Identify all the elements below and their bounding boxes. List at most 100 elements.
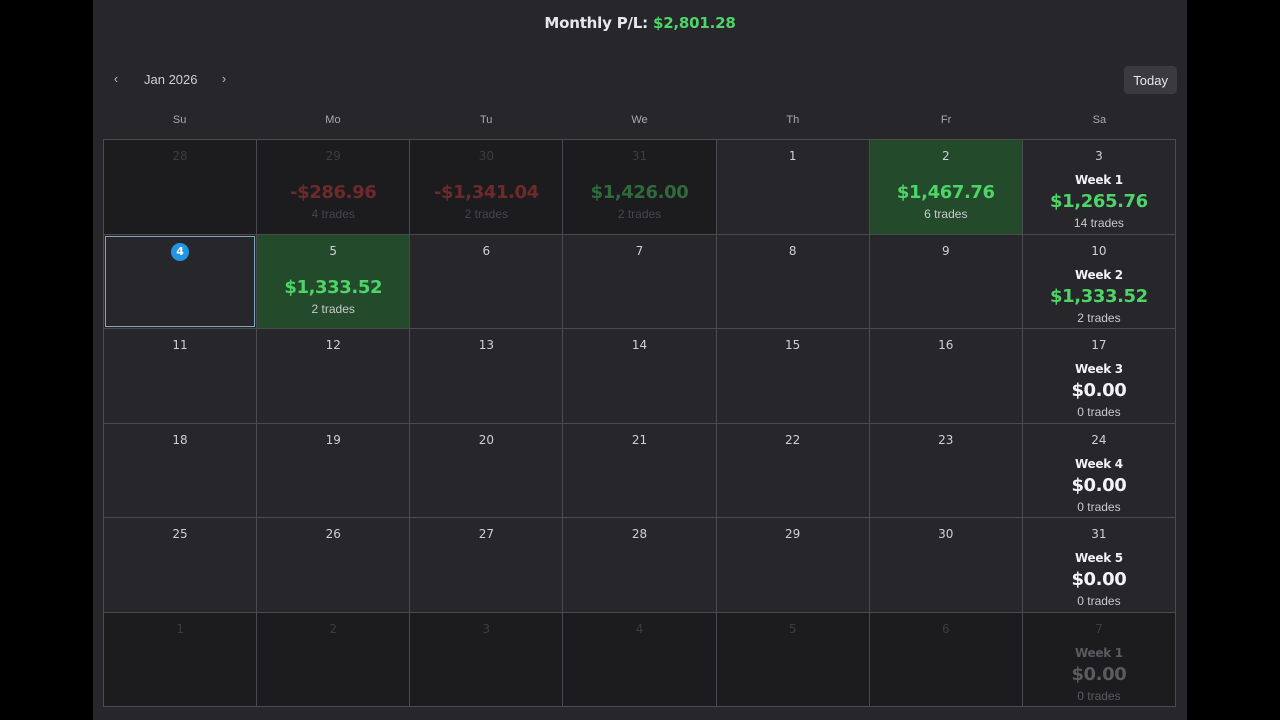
day-number: 27: [478, 527, 494, 541]
week-trade-count: 0 trades: [1077, 688, 1121, 703]
week-pl-amount: $0.00: [1071, 569, 1127, 590]
week-pl-amount: $1,333.52: [1050, 285, 1148, 307]
day-cell[interactable]: 6: [410, 234, 563, 328]
day-number: 7: [1095, 621, 1103, 636]
week-trade-count: 0 trades: [1077, 405, 1121, 419]
day-cell[interactable]: 9: [869, 234, 1022, 328]
day-pl-amount: $1,426.00: [590, 182, 689, 203]
day-cell[interactable]: 25: [104, 518, 257, 612]
monthly-pl-header: Monthly P/L: $2,801.28: [93, 14, 1187, 32]
day-cell[interactable]: 5: [716, 612, 869, 706]
week-summary-cell[interactable]: 3 Week 1 $1,265.76 14 trades: [1022, 140, 1175, 234]
day-number: 6: [941, 621, 950, 636]
day-cell[interactable]: 6: [869, 612, 1022, 706]
day-cell[interactable]: 18: [104, 423, 257, 517]
day-cell[interactable]: 30 -$1,341.04 2 trades: [410, 140, 563, 234]
week-pl-amount: $0.00: [1071, 663, 1127, 685]
week-trade-count: 0 trades: [1077, 594, 1121, 608]
day-number: 31: [631, 149, 648, 163]
day-cell[interactable]: 12: [257, 329, 410, 423]
day-number: 1: [788, 149, 797, 163]
day-cell[interactable]: 30: [869, 518, 1022, 612]
day-number: 18: [172, 432, 188, 447]
day-cell[interactable]: 8: [716, 234, 869, 328]
monthly-pl-value: $2,801.28: [652, 14, 736, 32]
day-cell[interactable]: 29: [716, 518, 869, 612]
monthly-pl-label: Monthly P/L:: [544, 14, 648, 32]
weekday-header: Su Mo Tu We Th Fr Sa: [103, 106, 1176, 134]
chevron-left-icon[interactable]: ‹: [104, 68, 128, 92]
day-number: 28: [631, 527, 648, 541]
day-number: 10: [1091, 243, 1107, 258]
day-pl-amount: -$286.96: [290, 182, 377, 203]
weekday-label: Su: [172, 114, 187, 126]
day-number: 12: [325, 338, 341, 352]
day-cell[interactable]: 29 -$286.96 4 trades: [257, 140, 410, 234]
day-number: 28: [172, 149, 188, 163]
day-cell[interactable]: 5 $1,333.52 2 trades: [257, 234, 410, 328]
chevron-right-icon[interactable]: ›: [212, 68, 236, 92]
week-label: Week 5: [1075, 551, 1123, 565]
weekday-label: Mo: [325, 114, 341, 126]
day-cell[interactable]: 1: [716, 140, 869, 234]
day-number: 7: [635, 243, 644, 258]
calendar-app: Monthly P/L: $2,801.28 ‹ Jan 2026 › Toda…: [93, 0, 1187, 720]
week-pl-amount: $0.00: [1071, 380, 1127, 401]
day-number: 29: [784, 527, 801, 541]
day-cell[interactable]: 27: [410, 518, 563, 612]
calendar-toolbar: ‹ Jan 2026 › Today: [103, 66, 1177, 94]
day-cell[interactable]: 13: [410, 329, 563, 423]
day-cell[interactable]: 20: [410, 423, 563, 517]
week-summary-cell[interactable]: 31 Week 5 $0.00 0 trades: [1022, 518, 1175, 612]
week-summary-cell[interactable]: 10 Week 2 $1,333.52 2 trades: [1022, 234, 1175, 328]
week-label: Week 1: [1075, 645, 1123, 660]
day-number: 4: [104, 242, 256, 261]
day-number: 8: [788, 243, 797, 258]
day-cell[interactable]: 21: [563, 423, 716, 517]
week-label: Week 4: [1075, 456, 1123, 471]
weekday-label: Th: [786, 114, 800, 126]
week-summary-cell[interactable]: 17 Week 3 $0.00 0 trades: [1022, 329, 1175, 423]
day-cell[interactable]: 19: [257, 423, 410, 517]
weekday-label: Fr: [940, 114, 952, 126]
day-number: 5: [329, 243, 338, 258]
day-cell[interactable]: 3: [410, 612, 563, 706]
day-cell[interactable]: 2: [257, 612, 410, 706]
day-cell[interactable]: 2 $1,467.76 6 trades: [869, 140, 1022, 234]
weekday-label: We: [631, 114, 648, 126]
day-cell[interactable]: 14: [563, 329, 716, 423]
day-number: 2: [329, 621, 338, 636]
day-cell[interactable]: 4: [563, 612, 716, 706]
day-number: 11: [172, 338, 188, 352]
day-cell[interactable]: 1: [104, 612, 257, 706]
day-number: 3: [1095, 149, 1103, 163]
today-button[interactable]: Today: [1124, 66, 1177, 94]
day-cell[interactable]: 7: [563, 234, 716, 328]
day-cell[interactable]: 11: [104, 329, 257, 423]
week-summary-cell[interactable]: 24 Week 4 $0.00 0 trades: [1022, 423, 1175, 517]
week-label: Week 2: [1075, 267, 1123, 282]
day-cell[interactable]: 4: [104, 234, 257, 328]
day-number: 3: [482, 621, 491, 636]
day-cell[interactable]: 26: [257, 518, 410, 612]
day-cell[interactable]: 28: [104, 140, 257, 234]
day-trade-count: 4 trades: [311, 207, 355, 221]
day-trade-count: 2 trades: [311, 301, 355, 316]
day-number: 9: [941, 243, 950, 258]
calendar-grid: 28 29 -$286.96 4 trades 30 -$1,341.04 2 trades…: [103, 139, 1176, 707]
week-summary-cell[interactable]: 7 Week 1 $0.00 0 trades: [1022, 612, 1175, 706]
day-trade-count: 6 trades: [924, 207, 968, 221]
week-label: Week 1: [1075, 173, 1123, 187]
day-number: 16: [938, 338, 954, 352]
day-number: 31: [1091, 527, 1107, 541]
weekday-label: Sa: [1092, 114, 1107, 126]
day-cell[interactable]: 28: [563, 518, 716, 612]
day-cell[interactable]: 23: [869, 423, 1022, 517]
day-cell[interactable]: 15: [716, 329, 869, 423]
day-cell[interactable]: 22: [716, 423, 869, 517]
day-number: 29: [325, 149, 341, 163]
day-number: 26: [325, 527, 341, 541]
week-trade-count: 2 trades: [1077, 310, 1121, 325]
day-cell[interactable]: 31 $1,426.00 2 trades: [563, 140, 716, 234]
day-cell[interactable]: 16: [869, 329, 1022, 423]
